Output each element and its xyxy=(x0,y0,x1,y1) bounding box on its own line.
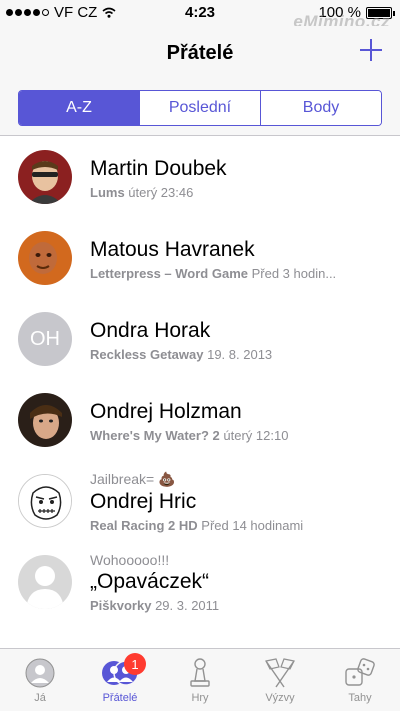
friends-list: Martin Doubek Lums úterý 23:46 Matous Ha… xyxy=(0,137,400,648)
sort-bar: A-Z Poslední Body xyxy=(0,80,400,136)
avatar xyxy=(18,150,72,204)
pawn-icon xyxy=(190,658,210,687)
flags-icon xyxy=(265,658,295,688)
last-game: Letterpress – Word Game Před 3 hodin... xyxy=(90,265,337,281)
navigation-bar: Přátelé xyxy=(0,26,400,80)
segment-recent[interactable]: Poslední xyxy=(139,91,260,125)
friend-name: Ondrej Holzman xyxy=(90,399,242,423)
segment-a-z[interactable]: A-Z xyxy=(19,91,139,125)
sort-segmented-control: A-Z Poslední Body xyxy=(18,90,382,126)
friend-status: Jailbreak= 💩 xyxy=(90,470,176,488)
friend-name: Ondra Horak xyxy=(90,318,211,342)
tab-games[interactable]: Hry xyxy=(160,649,240,711)
tab-label: Tahy xyxy=(348,692,372,704)
tab-bar: Já Přátelé 1 Hry Výzvy Tahy xyxy=(0,648,400,711)
last-game: Where's My Water? 2 úterý 12:10 xyxy=(90,427,289,443)
plus-icon[interactable] xyxy=(356,35,386,65)
last-game: Reckless Getaway 19. 8. 2013 xyxy=(90,346,273,362)
last-game: Lums úterý 23:46 xyxy=(90,184,194,200)
friend-row[interactable]: Ondrej Holzman Where's My Water? 2 úterý… xyxy=(0,380,400,461)
friend-status: Wohooooo!!! xyxy=(90,552,170,568)
tab-label: Hry xyxy=(191,692,209,704)
avatar xyxy=(18,393,72,447)
avatar xyxy=(18,474,72,528)
avatar xyxy=(18,555,72,609)
friend-row[interactable]: Wohooooo!!! „Opaváczek“ Piškvorky 29. 3.… xyxy=(0,542,400,623)
tab-label: Přátelé xyxy=(102,692,138,704)
poop-emoji-icon: 💩 xyxy=(158,470,176,487)
avatar-initials: OH xyxy=(30,327,60,350)
friend-row[interactable]: Jailbreak= 💩 Ondrej Hric Real Racing 2 HD… xyxy=(0,461,400,542)
last-game: Piškvorky 29. 3. 2011 xyxy=(90,598,220,613)
friend-row[interactable]: Martin Doubek Lums úterý 23:46 xyxy=(0,137,400,218)
segment-points[interactable]: Body xyxy=(260,91,381,125)
tab-label: Výzvy xyxy=(265,692,295,704)
tab-me[interactable]: Já xyxy=(0,649,80,711)
person-icon xyxy=(25,658,55,688)
friend-row[interactable]: OH Ondra Horak Reckless Getaway 19. 8. 2… xyxy=(0,299,400,380)
tab-challenges[interactable]: Výzvy xyxy=(240,649,320,711)
page-title: Přátelé xyxy=(166,42,234,64)
dice-icon xyxy=(345,658,375,686)
last-game: Real Racing 2 HD Před 14 hodinami xyxy=(90,517,304,533)
tab-moves[interactable]: Tahy xyxy=(320,649,400,711)
friend-name: „Opaváczek“ xyxy=(90,570,210,593)
avatar xyxy=(18,231,72,285)
avatar: OH xyxy=(18,312,72,366)
tab-label: Já xyxy=(34,692,46,704)
status-bar: VF CZ 4:23 100 % eMimino.cz xyxy=(0,0,400,31)
tab-friends[interactable]: Přátelé 1 xyxy=(80,649,160,711)
friend-name: Martin Doubek xyxy=(90,156,227,180)
friend-name: Matous Havranek xyxy=(90,237,255,261)
friend-name: Ondrej Hric xyxy=(90,489,197,513)
notification-badge: 1 xyxy=(124,653,146,675)
friend-row[interactable]: Matous Havranek Letterpress – Word Game … xyxy=(0,218,400,299)
